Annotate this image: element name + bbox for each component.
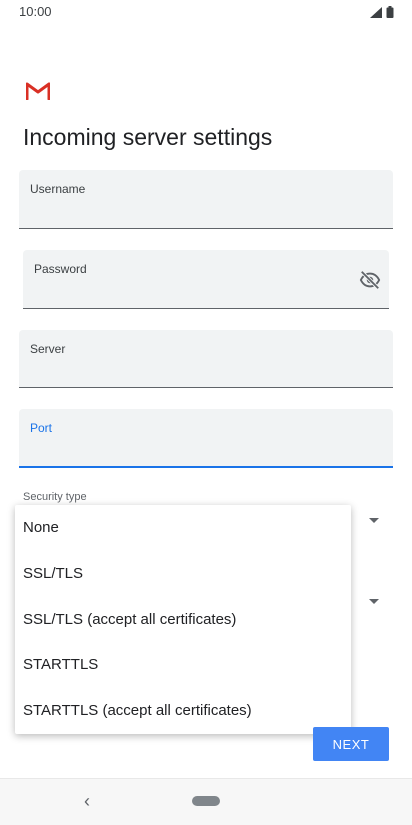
- option-starttls-accept-all[interactable]: STARTTLS (accept all certificates): [23, 691, 252, 731]
- username-input[interactable]: [30, 203, 334, 222]
- home-pill-icon[interactable]: [192, 796, 220, 806]
- status-icons: [370, 6, 394, 18]
- battery-icon: [386, 6, 394, 18]
- username-field[interactable]: Username: [19, 170, 393, 229]
- signal-icon: [370, 6, 382, 18]
- option-none[interactable]: None: [23, 508, 59, 548]
- security-type-label: Security type: [23, 491, 87, 503]
- username-label: Username: [30, 182, 86, 196]
- password-input[interactable]: [34, 283, 331, 302]
- gmail-logo-icon: [26, 82, 50, 100]
- server-field[interactable]: Server: [19, 330, 393, 388]
- page-title: Incoming server settings: [23, 124, 273, 150]
- navigation-bar: ‹: [0, 778, 412, 825]
- security-type-dropdown-arrow-icon[interactable]: [369, 518, 379, 523]
- option-starttls[interactable]: STARTTLS: [23, 645, 98, 685]
- port-label: Port: [30, 421, 53, 435]
- option-ssl-tls[interactable]: SSL/TLS: [23, 554, 83, 594]
- server-input[interactable]: [30, 362, 334, 381]
- back-icon[interactable]: ‹: [84, 791, 90, 812]
- security-type-menu: None SSL/TLS SSL/TLS (accept all certifi…: [15, 505, 351, 734]
- port-field[interactable]: Port: [19, 409, 393, 468]
- server-label: Server: [30, 342, 66, 356]
- status-bar: 10:00: [0, 0, 412, 24]
- visibility-off-icon[interactable]: [359, 269, 381, 291]
- password-label: Password: [34, 262, 87, 276]
- password-field[interactable]: Password: [23, 250, 389, 309]
- port-input[interactable]: [30, 441, 334, 460]
- status-time: 10:00: [19, 4, 52, 19]
- next-button[interactable]: NEXT: [313, 727, 389, 761]
- second-dropdown-arrow-icon[interactable]: [369, 599, 379, 604]
- option-ssl-tls-accept-all[interactable]: SSL/TLS (accept all certificates): [23, 600, 236, 640]
